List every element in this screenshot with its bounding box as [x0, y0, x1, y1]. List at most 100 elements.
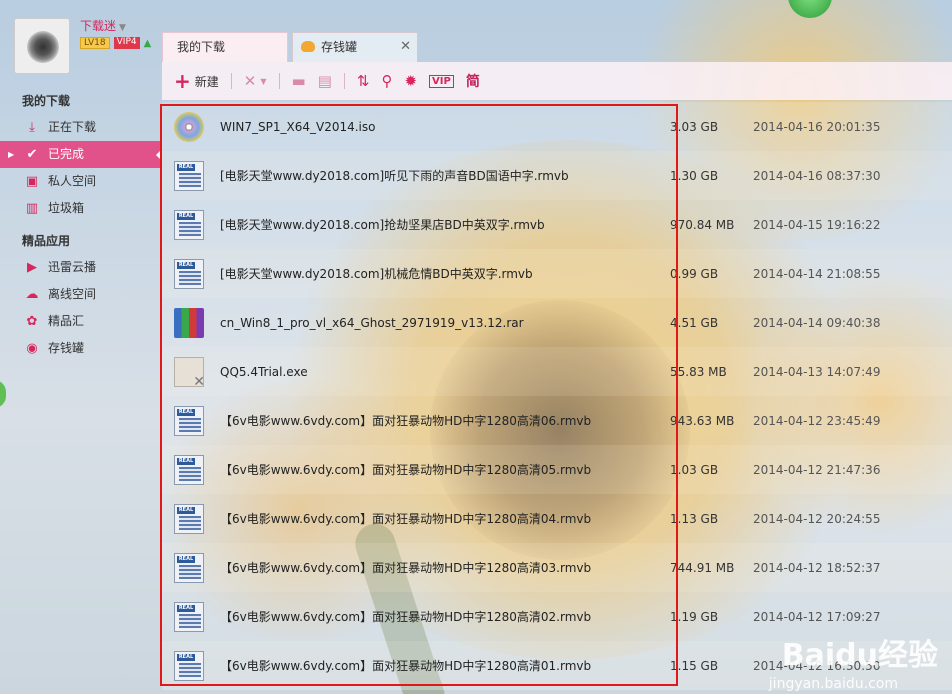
- file-size: 1.19 GB: [670, 609, 719, 624]
- file-row[interactable]: REAL [电影天堂www.dy2018.com]听见下雨的声音BD国语中字.rm…: [162, 151, 952, 200]
- new-task-label: 新建: [194, 74, 219, 89]
- file-size: 55.83 MB: [670, 364, 727, 379]
- file-row[interactable]: REAL [电影天堂www.dy2018.com]抢劫坚果店BD中英双字.rmvb…: [162, 200, 952, 249]
- video-file-icon: REAL: [174, 503, 204, 534]
- toolbar-divider: [343, 73, 345, 89]
- file-size: 3.03 GB: [670, 119, 719, 134]
- cloud-icon: ☁: [25, 287, 39, 302]
- video-file-icon: REAL: [174, 209, 204, 240]
- username-label: 下载迷: [80, 19, 117, 33]
- video-file-icon: REAL: [174, 601, 204, 632]
- sidebar-item-label: 精品汇: [48, 314, 85, 328]
- piggy-bank-icon: ◉: [26, 341, 38, 356]
- piggy-bank-icon: [301, 41, 315, 52]
- close-icon[interactable]: ✕: [400, 33, 411, 61]
- file-size: 1.13 GB: [670, 511, 719, 526]
- user-badges: LV18 VIP4 ▲: [80, 37, 151, 49]
- gear-icon: ✹: [404, 72, 418, 90]
- file-date: 2014-04-16 08:37:30: [753, 168, 881, 183]
- file-name: 【6v电影www.6vdy.com】面对狂暴动物HD中字1280高清04.rmv…: [220, 512, 592, 526]
- sidebar: 我的下载 ⤓ 正在下载 ✔ 已完成 ▣ 私人空间 ▥ 垃圾箱 精品应用 ▶ 迅雷云播 ☁ 离…: [0, 88, 162, 362]
- file-row[interactable]: REAL 【6v电影www.6vdy.com】面对狂暴动物HD中字1280高清03…: [162, 543, 952, 592]
- watermark-brand: Baidu经验: [781, 638, 938, 673]
- file-date: 2014-04-12 23:45:49: [753, 413, 881, 428]
- video-file-icon: REAL: [174, 454, 204, 485]
- download-icon: ⤓: [29, 120, 35, 135]
- cloud-play-icon: ▶: [27, 260, 37, 275]
- file-name: WIN7_SP1_X64_V2014.iso: [220, 119, 376, 134]
- search-button[interactable]: ⚲: [381, 72, 392, 90]
- sidebar-item-label: 迅雷云播: [48, 260, 97, 274]
- file-row[interactable]: ✕ QQ5.4Trial.exe 55.83 MB 2014-04-13 14:07:…: [162, 347, 952, 396]
- delete-x-icon: ✕: [243, 72, 257, 90]
- video-file-icon: REAL: [174, 160, 204, 191]
- file-date: 2014-04-15 19:16:22: [753, 217, 881, 232]
- app-icon: ✿: [26, 314, 38, 329]
- sort-button[interactable]: ⇅: [357, 72, 370, 90]
- sidebar-item-downloading[interactable]: ⤓ 正在下载: [0, 114, 162, 141]
- file-name: [电影天堂www.dy2018.com]听见下雨的声音BD国语中字.rmvb: [220, 169, 569, 183]
- file-date: 2014-04-12 21:47:36: [753, 462, 881, 477]
- open-file-button[interactable]: ▤: [318, 72, 332, 90]
- open-folder-button[interactable]: ▬: [292, 72, 306, 90]
- file-date: 2014-04-14 21:08:55: [753, 266, 881, 281]
- archive-file-icon: [174, 307, 204, 338]
- file-row[interactable]: cn_Win8_1_pro_vl_x64_Ghost_2971919_v13.1…: [162, 298, 952, 347]
- file-size: 1.03 GB: [670, 462, 719, 477]
- sidebar-item-offline-space[interactable]: ☁ 离线空间: [0, 281, 162, 308]
- file-name: [电影天堂www.dy2018.com]机械危情BD中英双字.rmvb: [220, 267, 533, 281]
- simplified-mode-button[interactable]: 简: [466, 71, 480, 91]
- file-row[interactable]: REAL 【6v电影www.6vdy.com】面对狂暴动物HD中字1280高清06…: [162, 396, 952, 445]
- document-icon: ▤: [317, 72, 332, 90]
- file-size: 744.91 MB: [670, 560, 735, 575]
- tab-my-downloads[interactable]: 我的下载: [162, 32, 288, 62]
- sidebar-section-title: 精品应用: [22, 234, 71, 248]
- file-name: 【6v电影www.6vdy.com】面对狂暴动物HD中字1280高清05.rmv…: [220, 463, 592, 477]
- tab-piggy-bank[interactable]: 存钱罐 ✕: [292, 32, 418, 62]
- settings-button[interactable]: ✹: [404, 72, 417, 90]
- video-file-icon: REAL: [174, 258, 204, 289]
- file-name: QQ5.4Trial.exe: [220, 364, 308, 379]
- sidebar-item-app-store[interactable]: ✿ 精品汇: [0, 308, 162, 335]
- file-size: 1.30 GB: [670, 168, 719, 183]
- chevron-down-icon: ▼: [119, 23, 126, 33]
- tab-label: 我的下载: [177, 40, 226, 54]
- executable-file-icon: ✕: [174, 356, 205, 390]
- camera-lens-icon: [27, 31, 59, 63]
- vip-button[interactable]: VIP: [429, 74, 454, 88]
- username-menu[interactable]: 下载迷 ▼: [80, 17, 126, 34]
- video-file-icon: REAL: [174, 650, 204, 681]
- tab-label: 存钱罐: [321, 40, 358, 54]
- toolbar-divider: [278, 73, 280, 89]
- sidebar-item-cloud-play[interactable]: ▶ 迅雷云播: [0, 254, 162, 281]
- file-name: 【6v电影www.6vdy.com】面对狂暴动物HD中字1280高清02.rmv…: [220, 610, 592, 624]
- file-row[interactable]: WIN7_SP1_X64_V2014.iso 3.03 GB 2014-04-16 …: [162, 102, 952, 151]
- tab-bar: 我的下载 存钱罐 ✕: [162, 32, 418, 62]
- toolbar: + 新建 ✕ ▼ ▬ ▤ ⇅ ⚲ ✹ VIP 简: [162, 62, 952, 100]
- sidebar-item-private-space[interactable]: ▣ 私人空间: [0, 168, 162, 195]
- new-task-button[interactable]: + 新建: [174, 69, 219, 93]
- file-row[interactable]: REAL 【6v电影www.6vdy.com】面对狂暴动物HD中字1280高清05…: [162, 445, 952, 494]
- file-size: 970.84 MB: [670, 217, 735, 232]
- file-row[interactable]: REAL [电影天堂www.dy2018.com]机械危情BD中英双字.rmvb 0…: [162, 249, 952, 298]
- file-size: 0.99 GB: [670, 266, 719, 281]
- file-date: 2014-04-12 18:52:37: [753, 560, 881, 575]
- search-icon: ⚲: [381, 72, 393, 90]
- sidebar-item-completed[interactable]: ✔ 已完成: [0, 141, 162, 168]
- completed-file-list: WIN7_SP1_X64_V2014.iso 3.03 GB 2014-04-16 …: [162, 102, 952, 694]
- sidebar-item-piggy-bank[interactable]: ◉ 存钱罐: [0, 335, 162, 362]
- delete-button[interactable]: ✕ ▼: [244, 72, 267, 90]
- sort-icon: ⇅: [356, 72, 370, 90]
- avatar[interactable]: [14, 18, 70, 74]
- trash-icon: ▥: [25, 201, 39, 216]
- file-row[interactable]: REAL 【6v电影www.6vdy.com】面对狂暴动物HD中字1280高清04…: [162, 494, 952, 543]
- file-size: 943.63 MB: [670, 413, 735, 428]
- sidebar-item-label: 离线空间: [48, 287, 97, 301]
- disc-image-icon: [174, 111, 204, 142]
- vip-badge[interactable]: VIP4: [113, 37, 140, 49]
- lock-icon: ▣: [25, 174, 39, 189]
- check-icon: ✔: [26, 147, 38, 162]
- file-size: 4.51 GB: [670, 315, 719, 330]
- toolbar-divider: [230, 73, 232, 89]
- sidebar-item-trash[interactable]: ▥ 垃圾箱: [0, 195, 162, 222]
